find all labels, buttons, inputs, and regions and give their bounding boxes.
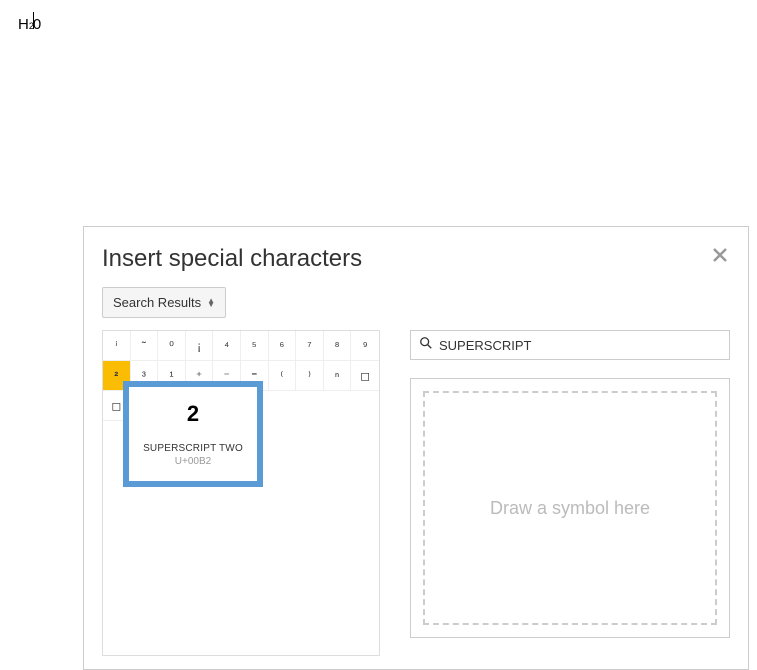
char-cell[interactable]: ⁿ: [324, 361, 352, 391]
tooltip-name: SUPERSCRIPT TWO: [135, 443, 251, 454]
char-cell[interactable]: ⁱ: [103, 331, 131, 361]
char-cell-empty: [296, 391, 324, 421]
search-draw-panel: Draw a symbol here: [410, 330, 730, 656]
doc-char-h: H: [18, 16, 29, 33]
char-cell[interactable]: ◻: [351, 361, 379, 391]
grid-row-1: ⁱ ˜ ⁰ ¡ ⁴ ⁵ ⁶ ⁷ ⁸ ⁹: [103, 331, 379, 361]
char-cell-empty: [324, 391, 352, 421]
document-text[interactable]: H20: [18, 12, 41, 33]
results-panel: ⁱ ˜ ⁰ ¡ ⁴ ⁵ ⁶ ⁷ ⁸ ⁹ ² ³ ¹ ⁺ ⁻ ⁼: [102, 330, 380, 656]
char-cell[interactable]: ⁽: [269, 361, 297, 391]
category-dropdown[interactable]: Search Results ▲▼: [102, 287, 226, 318]
char-cell[interactable]: ⁸: [324, 331, 352, 361]
char-cell-empty: [269, 391, 297, 421]
char-cell[interactable]: ⁾: [296, 361, 324, 391]
close-button[interactable]: [712, 247, 728, 268]
char-cell[interactable]: ⁷: [296, 331, 324, 361]
char-cell[interactable]: ¡: [186, 331, 214, 361]
sort-icon: ▲▼: [207, 299, 215, 307]
char-cell[interactable]: ⁰: [158, 331, 186, 361]
char-cell[interactable]: ⁹: [351, 331, 379, 361]
char-cell[interactable]: ⁶: [269, 331, 297, 361]
search-icon: [419, 336, 433, 355]
draw-placeholder: Draw a symbol here: [490, 498, 650, 519]
dropdown-label: Search Results: [113, 295, 201, 310]
search-bar: [410, 330, 730, 360]
char-cell[interactable]: ⁵: [241, 331, 269, 361]
char-cell[interactable]: ˜: [131, 331, 159, 361]
character-tooltip: 2 SUPERSCRIPT TWO U+00B2: [123, 381, 263, 487]
insert-special-characters-dialog: Insert special characters Search Results…: [83, 226, 749, 670]
dialog-content: ⁱ ˜ ⁰ ¡ ⁴ ⁵ ⁶ ⁷ ⁸ ⁹ ² ³ ¹ ⁺ ⁻ ⁼: [102, 330, 730, 656]
char-cell-empty: [351, 391, 379, 421]
char-cell[interactable]: ⁴: [213, 331, 241, 361]
character-grid: ⁱ ˜ ⁰ ¡ ⁴ ⁵ ⁶ ⁷ ⁸ ⁹ ² ³ ¹ ⁺ ⁻ ⁼: [102, 330, 380, 656]
dialog-title: Insert special characters: [102, 245, 730, 273]
draw-canvas-container: Draw a symbol here: [410, 378, 730, 638]
search-input[interactable]: [439, 338, 721, 353]
tooltip-codepoint: U+00B2: [135, 456, 251, 467]
doc-char-0: 0: [33, 16, 41, 33]
close-icon: [712, 250, 728, 267]
draw-canvas[interactable]: Draw a symbol here: [423, 391, 717, 625]
tooltip-glyph: 2: [135, 401, 251, 427]
